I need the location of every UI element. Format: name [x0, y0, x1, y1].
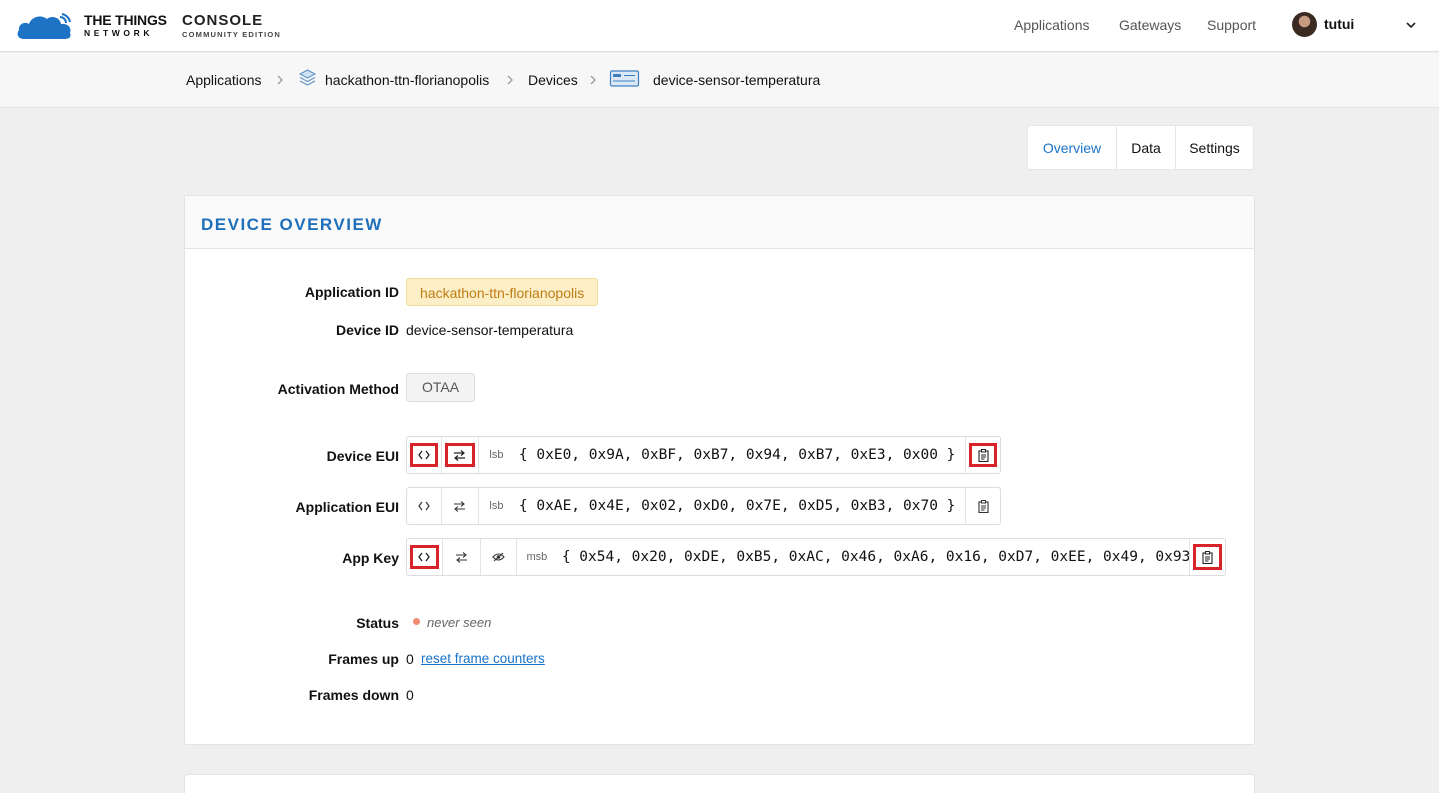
application-eui-label: Application EUI — [295, 499, 399, 515]
console-wordmark: CONSOLE COMMUNITY EDITION — [182, 13, 281, 39]
breadcrumb-application[interactable]: hackathon-ttn-florianopolis — [325, 72, 489, 88]
app-key-field: msb { 0x54, 0x20, 0xDE, 0xB5, 0xAC, 0x46… — [406, 538, 1226, 576]
toggle-visibility-button[interactable] — [481, 539, 517, 575]
nav-gateways[interactable]: Gateways — [1119, 17, 1181, 33]
app-key-value[interactable]: { 0x54, 0x20, 0xDE, 0xB5, 0xAC, 0x46, 0x… — [557, 539, 1189, 575]
brand-line2: NETWORK — [84, 28, 154, 38]
device-icon — [609, 70, 640, 87]
swap-byte-order-button[interactable] — [442, 437, 479, 473]
frames-up-value: 0 — [406, 651, 414, 667]
frames-down-label: Frames down — [308, 687, 399, 703]
breadcrumb: Applications hackathon-ttn-florianopolis… — [0, 53, 1439, 108]
swap-arrows-icon — [455, 551, 467, 563]
toggle-format-button[interactable] — [407, 437, 442, 473]
swap-arrows-icon — [454, 500, 466, 512]
swap-arrows-icon — [454, 449, 466, 461]
avatar[interactable] — [1292, 12, 1317, 37]
reset-frame-counters-link[interactable]: reset frame counters — [421, 651, 545, 666]
chevron-right-icon — [590, 75, 596, 85]
console-subtitle: COMMUNITY EDITION — [182, 30, 282, 39]
device-id-value: device-sensor-temperatura — [406, 322, 574, 338]
next-card — [184, 774, 1255, 793]
clipboard-icon — [977, 499, 989, 513]
clipboard-icon — [1202, 550, 1213, 564]
application-eui-field: lsb { 0xAE, 0x4E, 0x02, 0xD0, 0x7E, 0xD5… — [406, 487, 1001, 525]
ttn-cloud-logo-icon[interactable] — [16, 10, 76, 42]
toggle-format-button[interactable] — [407, 488, 442, 524]
status-value: never seen — [427, 615, 492, 630]
application-stack-icon — [298, 69, 317, 86]
breadcrumb-applications[interactable]: Applications — [186, 72, 262, 88]
byte-order-label: lsb — [489, 500, 504, 512]
nav-applications[interactable]: Applications — [1014, 17, 1090, 33]
toggle-format-button[interactable] — [407, 539, 443, 575]
device-id-label: Device ID — [335, 322, 399, 338]
copy-button[interactable] — [965, 437, 1000, 473]
chevron-right-icon — [507, 75, 513, 85]
device-eui-label: Device EUI — [326, 448, 399, 464]
app-key-label: App Key — [342, 550, 399, 566]
code-brackets-icon — [418, 501, 430, 511]
top-navbar: THE THINGS NETWORK CONSOLE COMMUNITY EDI… — [0, 0, 1439, 52]
code-brackets-icon — [418, 450, 430, 460]
device-eui-field: lsb { 0xE0, 0x9A, 0xBF, 0xB7, 0x94, 0xB7… — [406, 436, 1001, 474]
status-label: Status — [356, 615, 399, 631]
nav-support[interactable]: Support — [1207, 17, 1256, 33]
breadcrumb-device[interactable]: device-sensor-temperatura — [653, 72, 820, 88]
chevron-down-icon[interactable] — [1405, 19, 1417, 31]
clipboard-icon — [977, 448, 989, 462]
console-title: CONSOLE — [182, 12, 264, 29]
device-tabs: Overview Data Settings — [1027, 125, 1254, 170]
application-id-label: Application ID — [304, 284, 399, 300]
tab-settings[interactable]: Settings — [1176, 126, 1253, 169]
copy-button[interactable] — [965, 488, 1000, 524]
swap-byte-order-button[interactable] — [442, 488, 479, 524]
breadcrumb-devices[interactable]: Devices — [528, 72, 578, 88]
copy-button[interactable] — [1189, 539, 1225, 575]
code-brackets-icon — [418, 552, 431, 562]
brand-line1: THE THINGS — [84, 12, 167, 28]
frames-down-value: 0 — [406, 687, 414, 703]
card-title: DEVICE OVERVIEW — [201, 215, 383, 234]
byte-order-label: msb — [526, 551, 548, 563]
application-eui-value[interactable]: { 0xAE, 0x4E, 0x02, 0xD0, 0x7E, 0xD5, 0x… — [514, 488, 965, 524]
activation-method-badge: OTAA — [406, 373, 475, 402]
brand-wordmark[interactable]: THE THINGS NETWORK — [84, 13, 167, 38]
card-header: DEVICE OVERVIEW — [185, 196, 1254, 249]
activation-method-label: Activation Method — [277, 381, 399, 397]
device-eui-value[interactable]: { 0xE0, 0x9A, 0xBF, 0xB7, 0x94, 0xB7, 0x… — [514, 437, 965, 473]
eye-slash-icon — [492, 552, 505, 562]
status-dot — [413, 618, 420, 625]
tab-data[interactable]: Data — [1117, 126, 1176, 169]
byte-order-label: lsb — [489, 449, 504, 461]
chevron-right-icon — [277, 75, 283, 85]
swap-byte-order-button[interactable] — [443, 539, 481, 575]
username[interactable]: tutui — [1324, 16, 1354, 32]
tab-overview[interactable]: Overview — [1028, 126, 1117, 169]
frames-up-label: Frames up — [328, 651, 399, 667]
application-id-badge[interactable]: hackathon-ttn-florianopolis — [406, 278, 599, 306]
